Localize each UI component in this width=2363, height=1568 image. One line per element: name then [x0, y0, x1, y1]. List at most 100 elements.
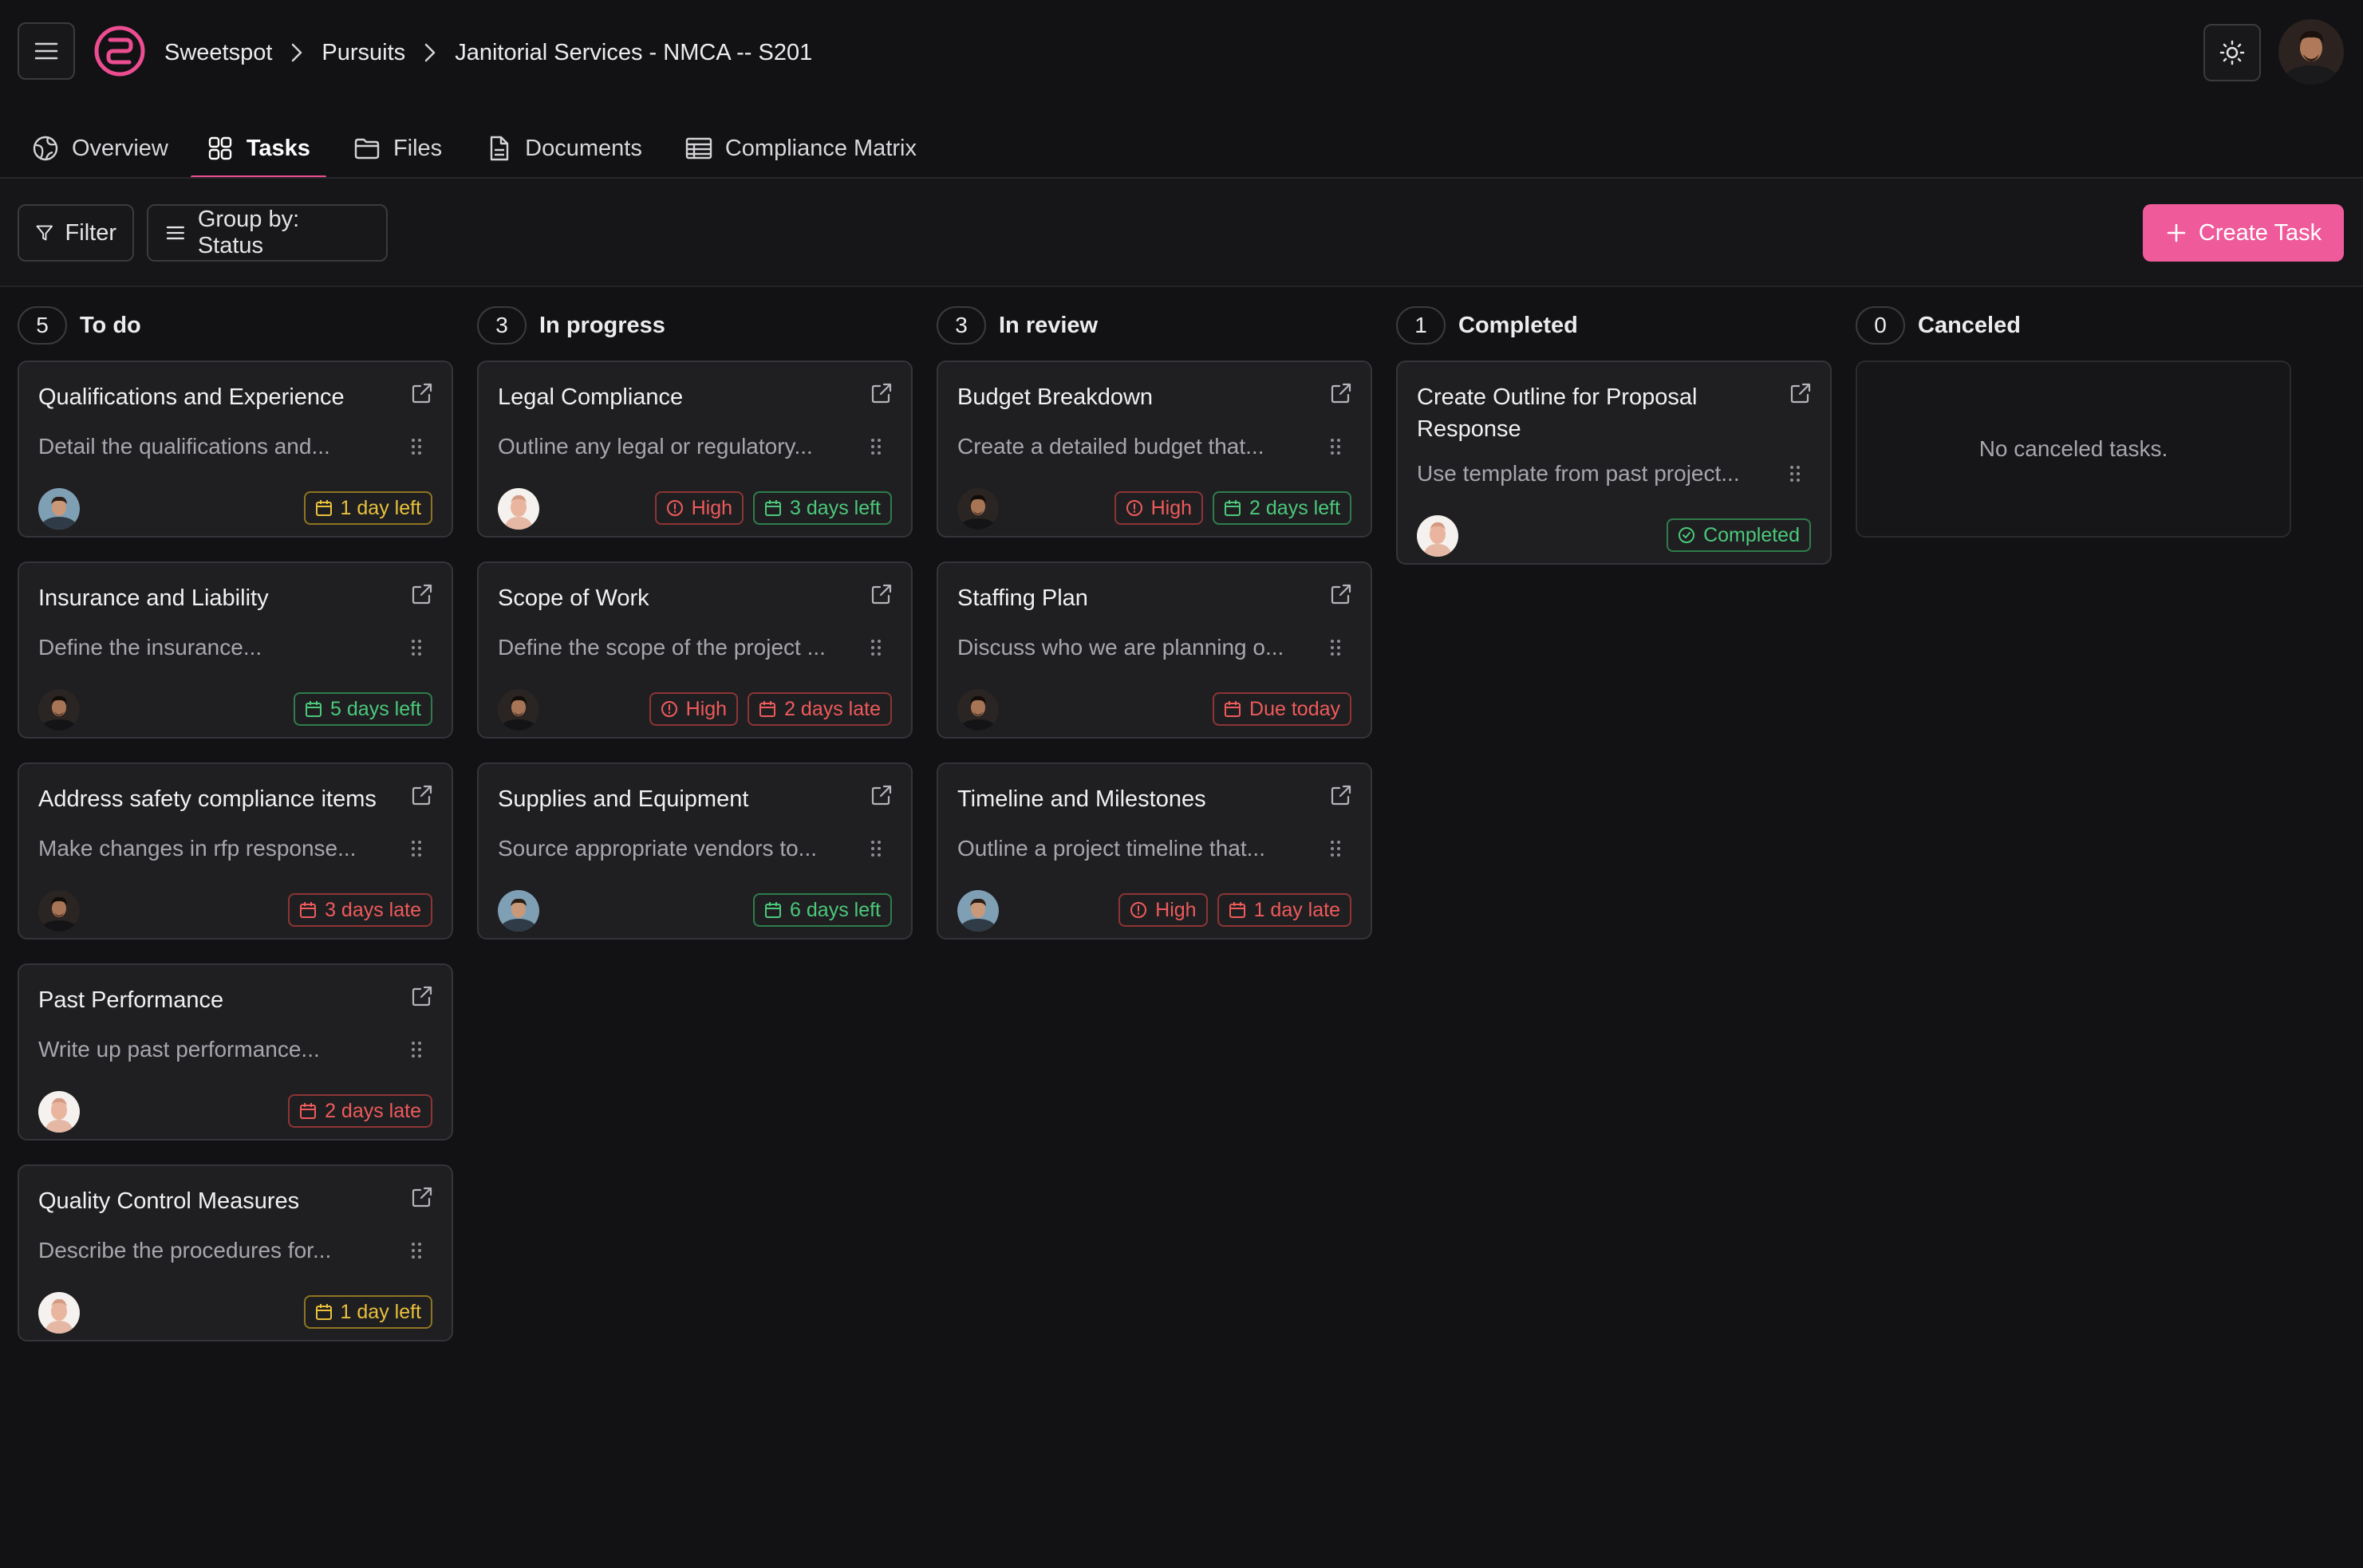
task-title[interactable]: Qualifications and Experience	[38, 381, 389, 413]
task-card[interactable]: Scope of Work Define the scope of the pro…	[477, 561, 913, 739]
task-card[interactable]: Budget Breakdown Create a detailed budget…	[937, 360, 1372, 538]
drag-handle-icon[interactable]	[1789, 464, 1801, 483]
external-link-icon[interactable]	[1329, 783, 1353, 807]
group-by-button[interactable]: Group by: Status	[147, 204, 388, 262]
calendar-icon	[306, 701, 322, 717]
drag-handle-icon[interactable]	[870, 437, 882, 456]
drag-handle-icon[interactable]	[870, 839, 882, 858]
due-date-badge: 2 days late	[748, 692, 892, 726]
task-card[interactable]: Qualifications and Experience Detail the …	[18, 360, 453, 538]
alert-circle-icon	[1130, 902, 1147, 918]
badge-text: 1 day left	[340, 1300, 421, 1323]
task-description: Outline any legal or regulatory...	[498, 434, 813, 459]
assignee-avatar[interactable]	[498, 689, 539, 731]
external-link-icon[interactable]	[410, 783, 434, 807]
badge-text: High	[1155, 898, 1197, 921]
column-in-review: 3 In review Budget Breakdown Create a detai…	[937, 305, 1372, 963]
task-card[interactable]: Quality Control Measures Describe the pro…	[18, 1164, 453, 1341]
external-link-icon[interactable]	[870, 381, 894, 405]
task-title[interactable]: Staffing Plan	[957, 582, 1308, 614]
badge-group: 1 day left	[303, 491, 432, 525]
breadcrumb-sweetspot[interactable]: Sweetspot	[164, 40, 272, 66]
drag-handle-icon[interactable]	[410, 437, 423, 456]
badge-text: 5 days left	[330, 697, 421, 720]
task-description: Define the scope of the project ...	[498, 635, 826, 660]
filter-button[interactable]: Filter	[18, 204, 134, 262]
badge-text: 6 days left	[790, 898, 881, 921]
drag-handle-icon[interactable]	[410, 1241, 423, 1260]
badge-text: Due today	[1249, 697, 1340, 720]
external-link-icon[interactable]	[410, 381, 434, 405]
task-card[interactable]: Staffing Plan Discuss who we are planning…	[937, 561, 1372, 739]
assignee-avatar[interactable]	[957, 689, 999, 731]
status-badge: Completed	[1667, 518, 1811, 552]
tab-documents[interactable]: Documents	[469, 118, 658, 179]
badge-group: 1 day left	[303, 1295, 432, 1329]
task-card[interactable]: Address safety compliance items Make chan…	[18, 762, 453, 940]
external-link-icon[interactable]	[870, 582, 894, 606]
calendar-icon	[1225, 701, 1241, 717]
badge-text: High	[685, 697, 728, 720]
task-description: Outline a project timeline that...	[957, 836, 1265, 861]
create-task-button[interactable]: Create Task	[2143, 204, 2344, 262]
tab-files[interactable]: Files	[337, 118, 458, 179]
tab-compliance-matrix[interactable]: Compliance Matrix	[669, 118, 933, 179]
external-link-icon[interactable]	[410, 582, 434, 606]
external-link-icon[interactable]	[1329, 582, 1353, 606]
assignee-avatar[interactable]	[38, 1292, 80, 1334]
task-card[interactable]: Supplies and Equipment Source appropriate…	[477, 762, 913, 940]
task-title[interactable]: Timeline and Milestones	[957, 783, 1308, 815]
theme-toggle-button[interactable]	[2203, 24, 2261, 81]
menu-button[interactable]	[18, 22, 75, 80]
task-card[interactable]: Legal Compliance Outline any legal or reg…	[477, 360, 913, 538]
assignee-avatar[interactable]	[38, 1091, 80, 1133]
drag-handle-icon[interactable]	[1329, 437, 1342, 456]
drag-handle-icon[interactable]	[1329, 638, 1342, 657]
task-title[interactable]: Legal Compliance	[498, 381, 849, 413]
external-link-icon[interactable]	[410, 1185, 434, 1209]
drag-handle-icon[interactable]	[410, 638, 423, 657]
task-title[interactable]: Insurance and Liability	[38, 582, 389, 614]
task-description: Source appropriate vendors to...	[498, 836, 818, 861]
assignee-avatar[interactable]	[498, 488, 539, 530]
badge-group: 2 days late	[288, 1094, 432, 1128]
task-card[interactable]: Insurance and Liability Define the insura…	[18, 561, 453, 739]
task-card[interactable]: Timeline and Milestones Outline a project…	[937, 762, 1372, 940]
assignee-avatar[interactable]	[1417, 515, 1458, 557]
task-title[interactable]: Quality Control Measures	[38, 1185, 389, 1217]
assignee-avatar[interactable]	[957, 488, 999, 530]
badge-group: Due today	[1213, 692, 1351, 726]
task-title[interactable]: Past Performance	[38, 984, 389, 1016]
column-title: Completed	[1458, 312, 1578, 338]
task-title[interactable]: Create Outline for Proposal Response	[1417, 381, 1768, 445]
drag-handle-icon[interactable]	[1329, 839, 1342, 858]
tab-label: Compliance Matrix	[724, 135, 917, 161]
tab-overview[interactable]: Overview	[0, 118, 184, 179]
assignee-avatar[interactable]	[38, 890, 80, 932]
external-link-icon[interactable]	[870, 783, 894, 807]
task-title[interactable]: Budget Breakdown	[957, 381, 1308, 413]
external-link-icon[interactable]	[410, 984, 434, 1008]
task-title[interactable]: Supplies and Equipment	[498, 783, 849, 815]
badge-text: Completed	[1703, 523, 1800, 546]
task-card[interactable]: Create Outline for Proposal Response Use …	[1396, 360, 1832, 565]
due-date-badge: Due today	[1213, 692, 1351, 726]
assignee-avatar[interactable]	[38, 689, 80, 731]
tab-tasks[interactable]: Tasks	[190, 118, 327, 179]
due-date-badge: 1 day late	[1217, 893, 1351, 927]
drag-handle-icon[interactable]	[410, 839, 423, 858]
task-title[interactable]: Address safety compliance items	[38, 783, 389, 815]
assignee-avatar[interactable]	[38, 488, 80, 530]
external-link-icon[interactable]	[1789, 381, 1813, 405]
breadcrumb-pursuits[interactable]: Pursuits	[322, 40, 405, 66]
drag-handle-icon[interactable]	[870, 638, 882, 657]
task-title[interactable]: Scope of Work	[498, 582, 849, 614]
badge-text: 2 days late	[325, 1099, 421, 1122]
user-avatar[interactable]	[2278, 19, 2344, 85]
assignee-avatar[interactable]	[957, 890, 999, 932]
drag-handle-icon[interactable]	[410, 1040, 423, 1059]
sweetspot-logo-icon[interactable]	[93, 22, 147, 80]
assignee-avatar[interactable]	[498, 890, 539, 932]
external-link-icon[interactable]	[1329, 381, 1353, 405]
task-card[interactable]: Past Performance Write up past performanc…	[18, 963, 453, 1141]
